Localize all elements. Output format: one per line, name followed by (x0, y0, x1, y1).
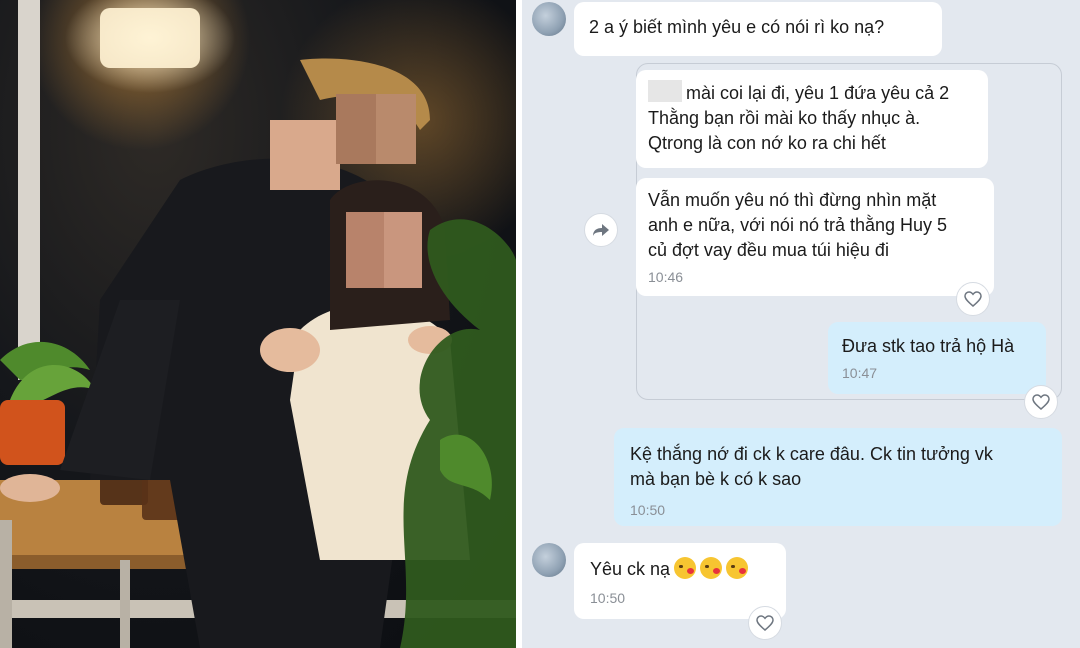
message-bubble-outgoing[interactable]: Kệ thắng nớ đi ck k care đâu. Ck tin tưở… (614, 428, 1062, 526)
message-text-body: mài coi lại đi, yêu 1 đứa yêu cả 2 Thằng… (648, 83, 950, 153)
message-bubble-incoming[interactable]: Yêu ck nạ 10:50 (574, 543, 786, 619)
message-time: 10:50 (630, 502, 666, 518)
react-heart-button[interactable] (748, 606, 782, 640)
message-text: Yêu ck nạ (590, 557, 770, 582)
message-text: Kệ thắng nớ đi ck k care đâu. Ck tin tưở… (630, 444, 993, 489)
couple-photo (0, 0, 516, 648)
react-heart-button[interactable] (956, 282, 990, 316)
react-heart-button[interactable] (1024, 385, 1058, 419)
message-text: 2 a ý biết mình yêu e có nói rì ko nạ? (589, 17, 885, 37)
message-text-body: Yêu ck nạ (590, 559, 671, 579)
message-text: mài coi lại đi, yêu 1 đứa yêu cả 2 Thằng… (648, 80, 976, 156)
forward-button[interactable] (584, 213, 618, 247)
kissing-face-emoji-icon (700, 557, 723, 579)
message-bubble-incoming[interactable]: Vẫn muốn yêu nó thì đừng nhìn mặt anh e … (636, 178, 994, 296)
redacted-name (648, 80, 682, 102)
sender-avatar[interactable] (532, 543, 566, 577)
heart-outline-icon (1032, 394, 1050, 410)
chat-panel: 2 a ý biết mình yêu e có nói rì ko nạ? m… (522, 0, 1080, 648)
message-bubble-incoming[interactable]: mài coi lại đi, yêu 1 đứa yêu cả 2 Thằng… (636, 70, 988, 168)
message-time: 10:47 (842, 365, 878, 381)
sender-avatar[interactable] (532, 2, 566, 36)
heart-outline-icon (756, 615, 774, 631)
message-text: Đưa stk tao trả hộ Hà (842, 336, 1015, 356)
message-text: Vẫn muốn yêu nó thì đừng nhìn mặt anh e … (648, 190, 948, 260)
message-bubble-incoming[interactable]: 2 a ý biết mình yêu e có nói rì ko nạ? (574, 2, 942, 56)
heart-outline-icon (964, 291, 982, 307)
message-time: 10:50 (590, 590, 626, 606)
photo-illustration (0, 0, 516, 648)
kissing-face-emoji-icon (726, 557, 749, 579)
forward-arrow-icon (593, 224, 609, 236)
message-time: 10:46 (648, 269, 684, 285)
kissing-face-emoji-icon (674, 557, 697, 579)
message-bubble-outgoing[interactable]: Đưa stk tao trả hộ Hà 10:47 (828, 322, 1046, 394)
